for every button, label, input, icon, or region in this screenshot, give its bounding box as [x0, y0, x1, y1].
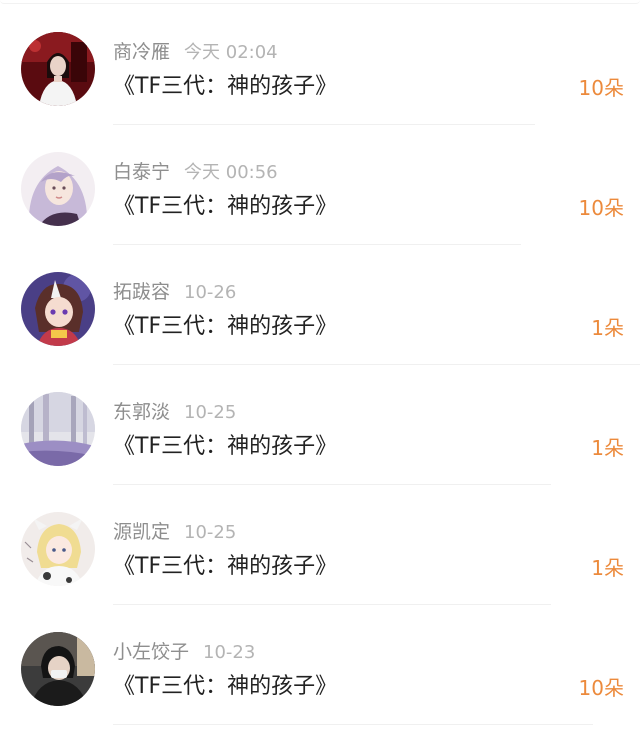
comment-item[interactable]: 小左饺子 10-23 《TF三代：神的孩子》 10朵	[0, 605, 640, 725]
comment-time: 10-23	[203, 642, 256, 663]
comment-time: 今天 00:56	[184, 162, 278, 183]
gift-count: 10朵	[578, 676, 624, 700]
comment-text[interactable]: 《TF三代：神的孩子》	[113, 552, 337, 582]
comment-item[interactable]: 源凯定 10-25 《TF三代：神的孩子》 1朵	[0, 485, 640, 605]
gift-count: 10朵	[578, 196, 624, 220]
user-avatar[interactable]	[21, 272, 95, 346]
comment-text[interactable]: 《TF三代：神的孩子》	[113, 312, 337, 342]
comment-time: 10-25	[184, 522, 237, 543]
comment-text[interactable]: 《TF三代：神的孩子》	[113, 72, 337, 102]
username[interactable]: 源凯定	[113, 521, 170, 543]
comment-meta: 源凯定 10-25	[113, 520, 236, 544]
comment-meta: 东郭淡 10-25	[113, 400, 236, 424]
comment-time: 10-25	[184, 402, 237, 423]
comment-item[interactable]: 商冷雁 今天 02:04 《TF三代：神的孩子》 10朵	[0, 5, 640, 125]
user-avatar[interactable]	[21, 512, 95, 586]
gift-count: 1朵	[591, 316, 624, 340]
row-divider	[113, 724, 593, 725]
user-avatar[interactable]	[21, 32, 95, 106]
top-card-edge	[0, 0, 640, 4]
comment-item[interactable]: 白泰宁 今天 00:56 《TF三代：神的孩子》 10朵	[0, 125, 640, 245]
comment-text[interactable]: 《TF三代：神的孩子》	[113, 192, 337, 222]
comment-time: 今天 02:04	[184, 42, 278, 63]
username[interactable]: 商冷雁	[113, 41, 170, 63]
username[interactable]: 白泰宁	[113, 161, 170, 183]
gift-count: 10朵	[578, 76, 624, 100]
comment-meta: 商冷雁 今天 02:04	[113, 40, 278, 64]
comment-time: 10-26	[184, 282, 237, 303]
comment-text[interactable]: 《TF三代：神的孩子》	[113, 432, 337, 462]
comment-meta: 白泰宁 今天 00:56	[113, 160, 278, 184]
comment-item[interactable]: 东郭淡 10-25 《TF三代：神的孩子》 1朵	[0, 365, 640, 485]
gift-count: 1朵	[591, 556, 624, 580]
comment-item[interactable]: 拓跋容 10-26 《TF三代：神的孩子》 1朵	[0, 245, 640, 365]
gift-count: 1朵	[591, 436, 624, 460]
user-avatar[interactable]	[21, 392, 95, 466]
comment-meta: 小左饺子 10-23	[113, 640, 255, 664]
comment-text[interactable]: 《TF三代：神的孩子》	[113, 672, 337, 702]
user-avatar[interactable]	[21, 152, 95, 226]
username[interactable]: 东郭淡	[113, 401, 170, 423]
username[interactable]: 拓跋容	[113, 281, 170, 303]
comment-list: 商冷雁 今天 02:04 《TF三代：神的孩子》 10朵 白泰宁 今天 00:56 …	[0, 0, 640, 733]
user-avatar[interactable]	[21, 632, 95, 706]
username[interactable]: 小左饺子	[113, 641, 189, 663]
comment-meta: 拓跋容 10-26	[113, 280, 236, 304]
